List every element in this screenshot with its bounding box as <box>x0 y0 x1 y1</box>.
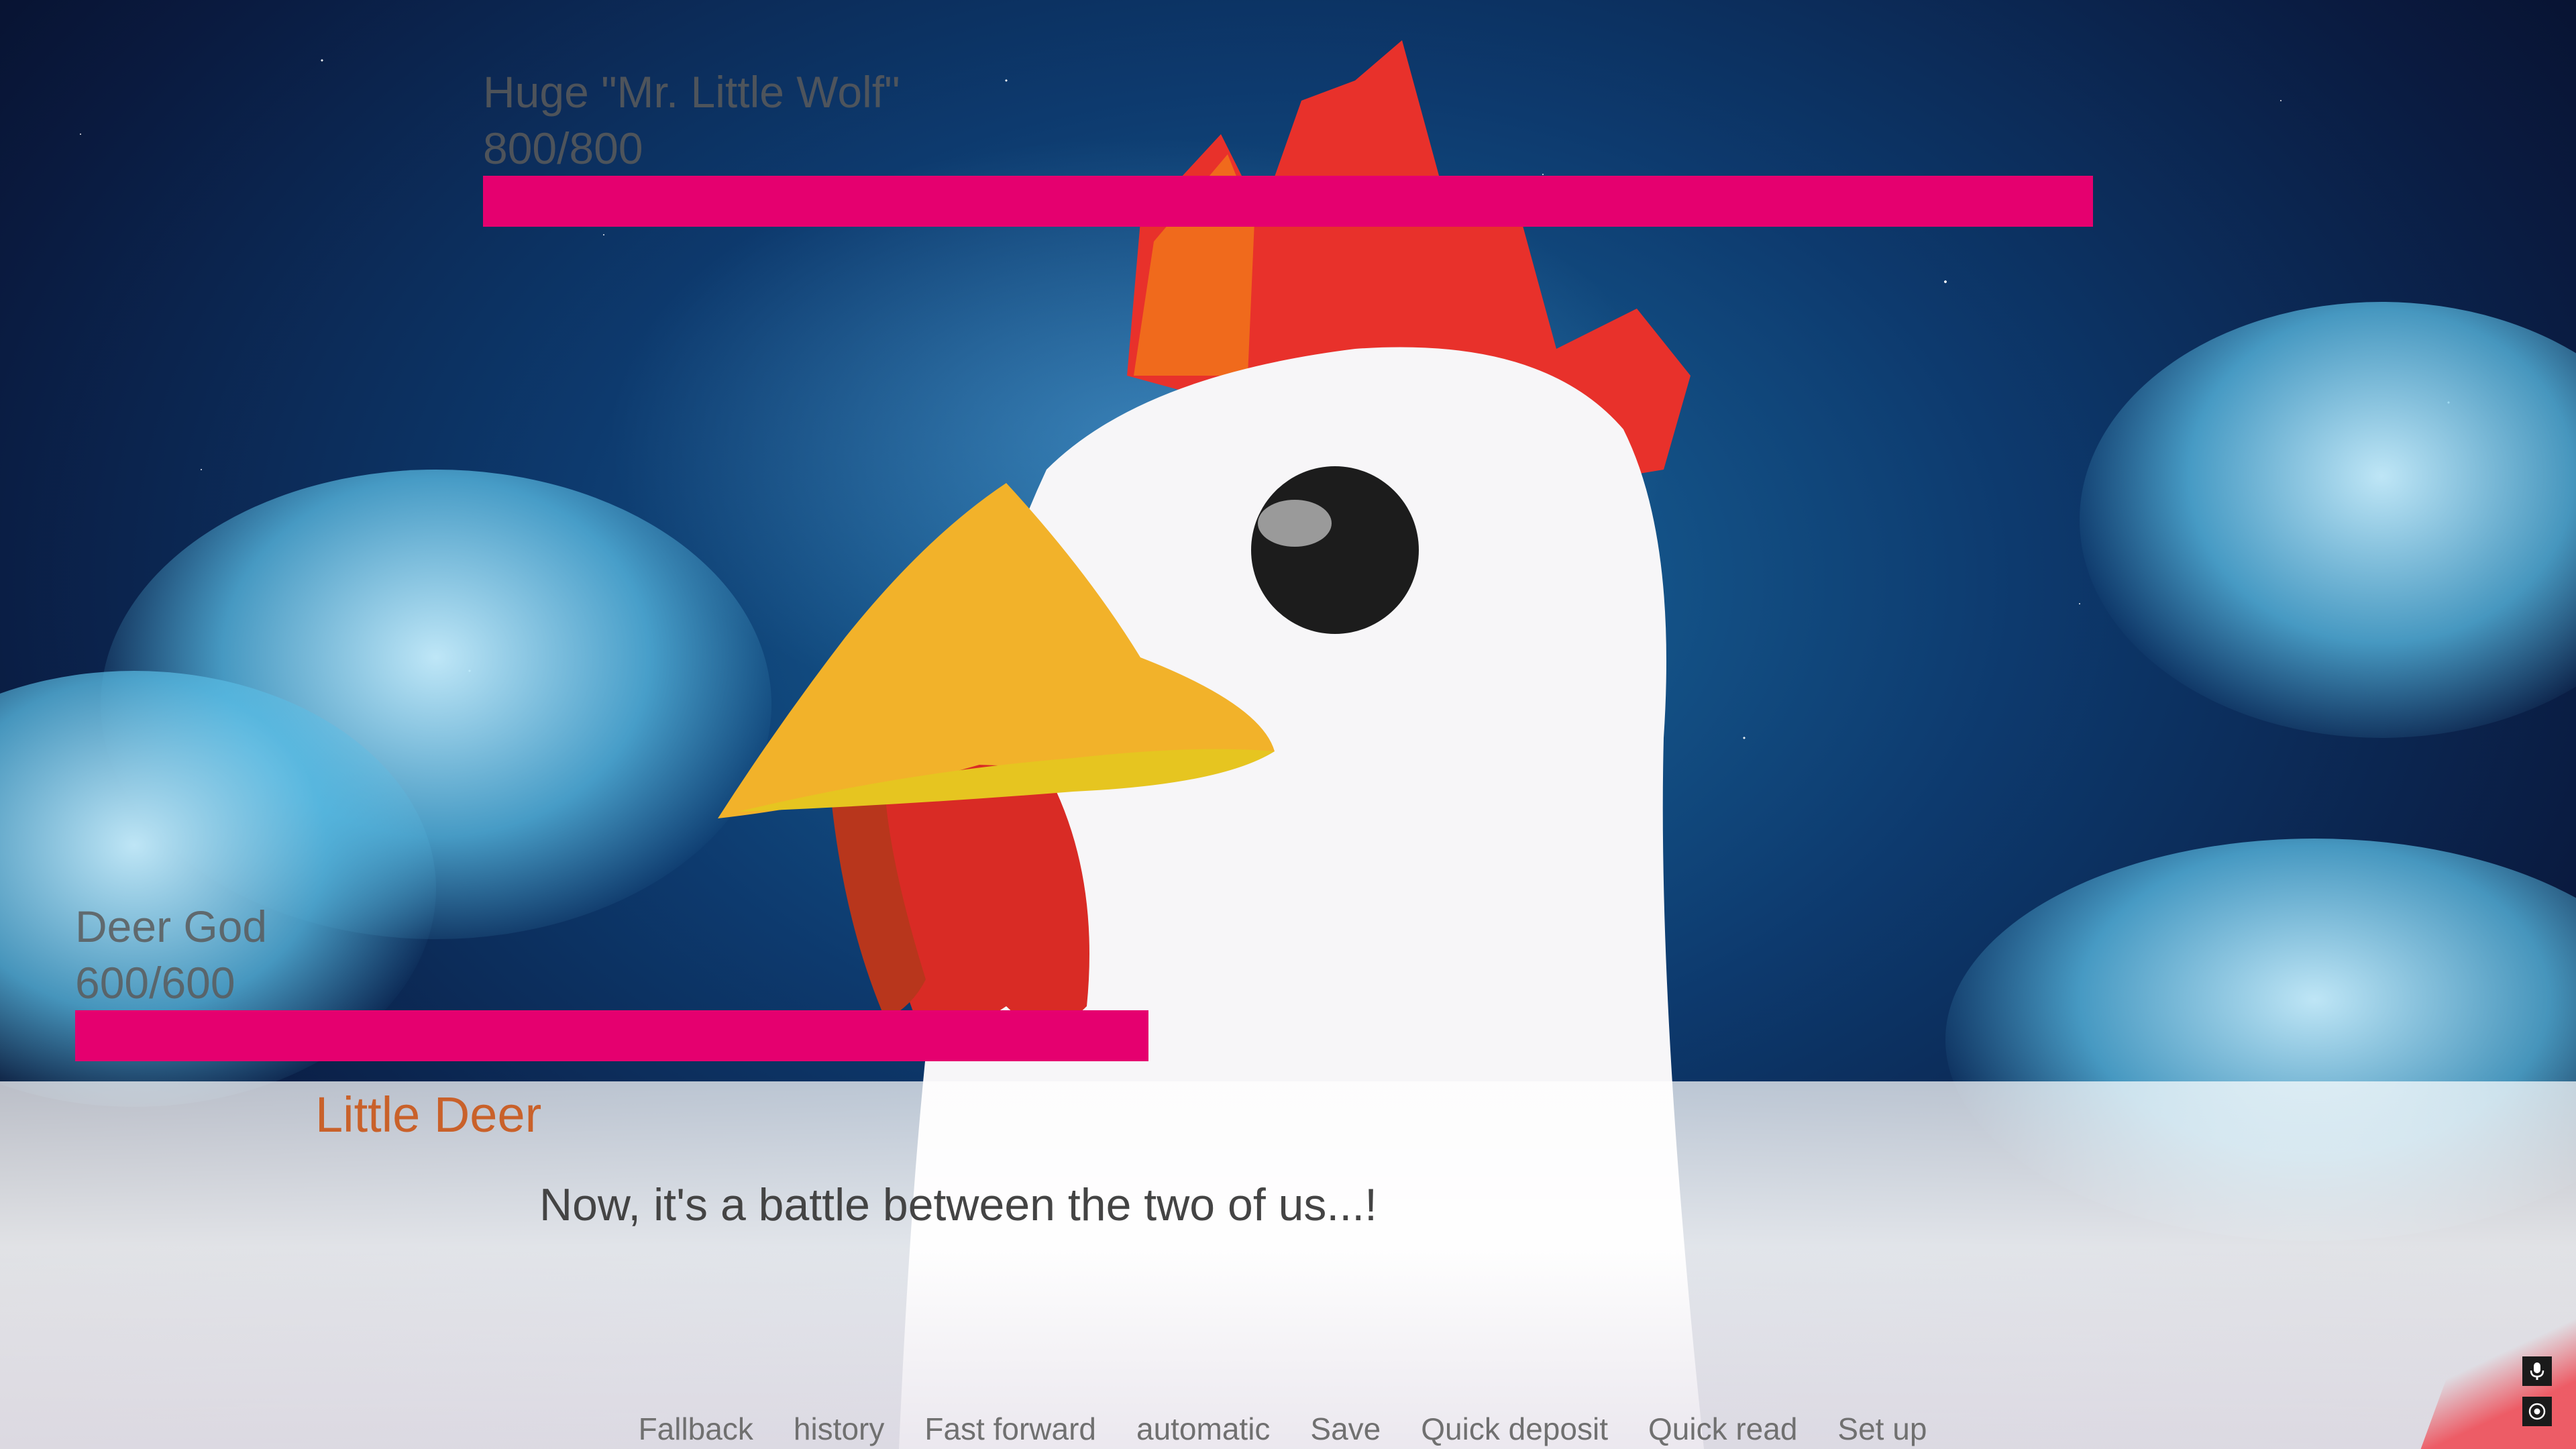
enemy-hp-value: 800/800 <box>483 123 643 173</box>
enemy-hp-bar <box>483 176 2093 227</box>
dialogue-text: Now, it's a battle between the two of us… <box>539 1179 1378 1230</box>
set-up-button[interactable]: Set up <box>1837 1409 1927 1449</box>
automatic-button[interactable]: automatic <box>1136 1409 1270 1449</box>
target-icon[interactable] <box>2522 1397 2552 1426</box>
player-name: Deer God <box>75 902 268 951</box>
microphone-icon[interactable] <box>2522 1356 2552 1386</box>
speaker-name: Little Deer <box>315 1087 542 1142</box>
history-button[interactable]: history <box>794 1409 884 1449</box>
fast-forward-button[interactable]: Fast forward <box>924 1409 1096 1449</box>
player-hp-bar-fill <box>75 1010 1148 1061</box>
save-button[interactable]: Save <box>1310 1409 1381 1449</box>
game-screen[interactable]: Huge "Mr. Little Wolf" 800/800 Deer God … <box>0 0 2576 1449</box>
quick-menu: Fallback history Fast forward automatic … <box>0 1409 2571 1449</box>
enemy-hp-bar-fill <box>483 176 2093 227</box>
quick-deposit-button[interactable]: Quick deposit <box>1421 1409 1608 1449</box>
fallback-button[interactable]: Fallback <box>639 1409 753 1449</box>
quick-read-button[interactable]: Quick read <box>1648 1409 1797 1449</box>
enemy-name: Huge "Mr. Little Wolf" <box>483 67 900 117</box>
player-hp-bar <box>75 1010 1148 1061</box>
player-hp-value: 600/600 <box>75 958 235 1008</box>
